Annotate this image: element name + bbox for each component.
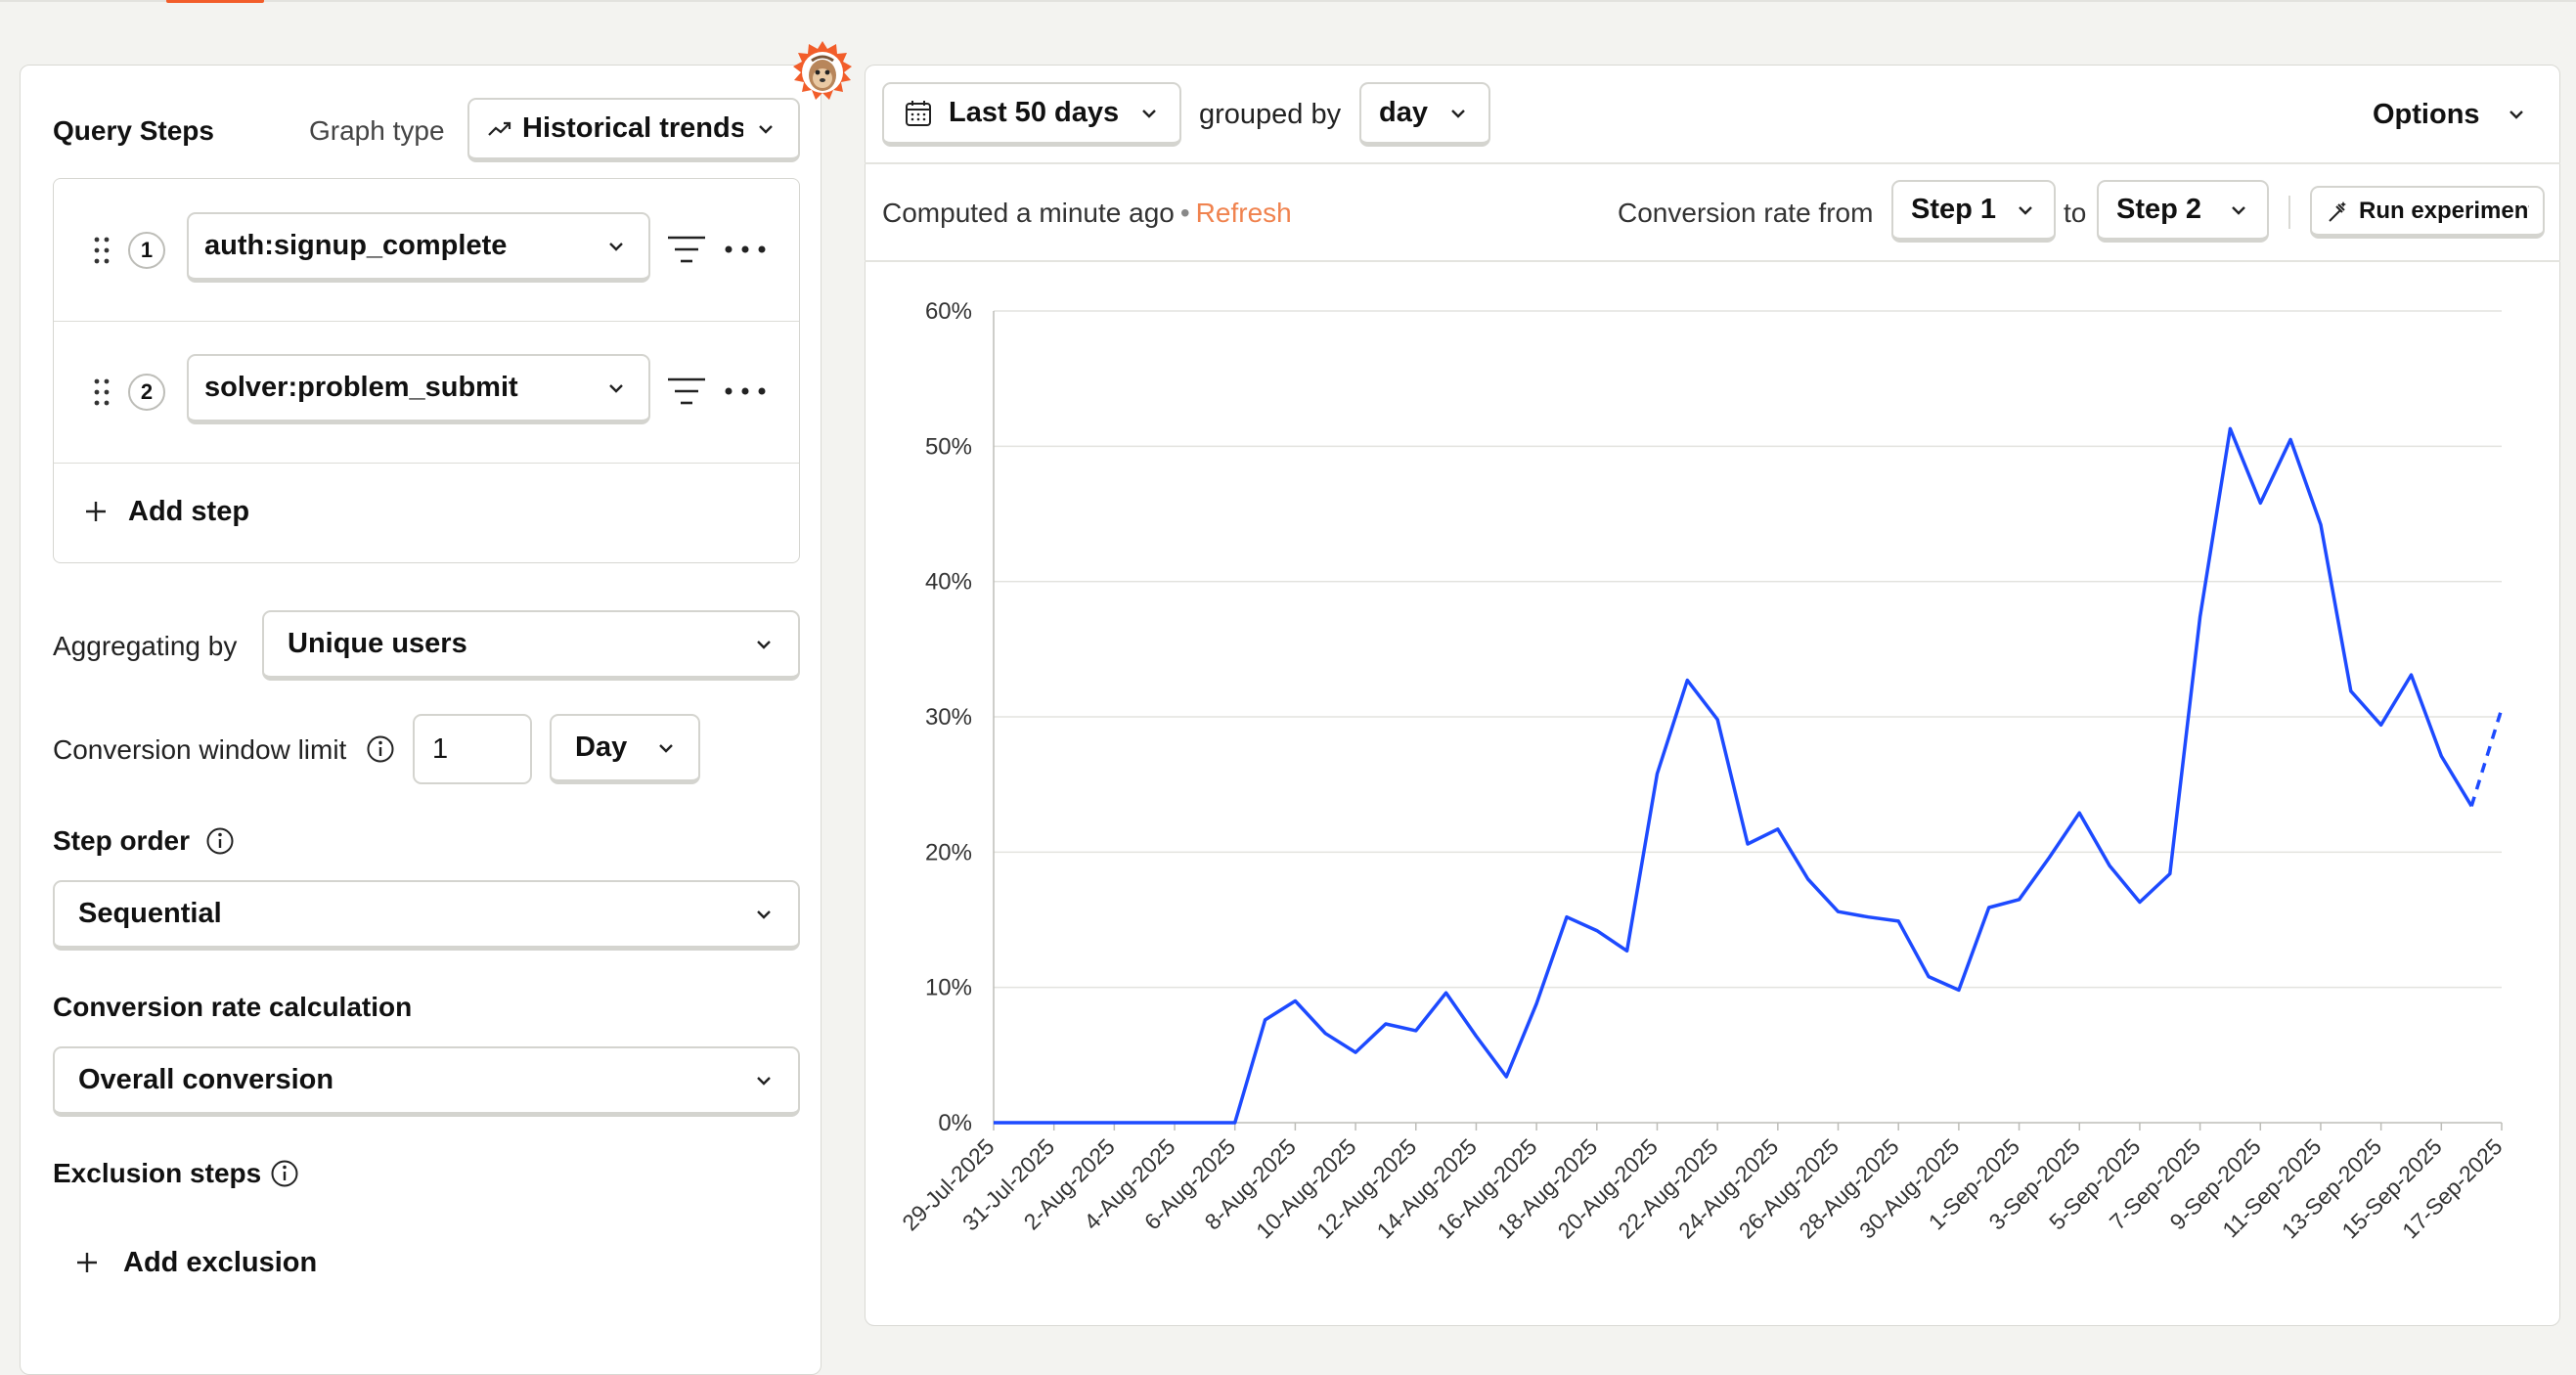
status-separator: • [1179, 198, 1190, 228]
conversion-calc-value: Overall conversion [78, 1064, 334, 1095]
toolbar-divider [865, 162, 2560, 164]
chevron-down-icon [609, 383, 623, 393]
chevron-down-icon [757, 909, 771, 919]
interval-value: day [1379, 97, 1428, 128]
add-exclusion-button[interactable]: Add exclusion [74, 1238, 407, 1287]
steps-list: 1 auth:signup_complete 2 solver:problem_… [53, 178, 800, 563]
step-row: 1 auth:signup_complete [54, 179, 799, 322]
y-tick-label: 0% [938, 1110, 972, 1136]
chevron-down-icon [757, 640, 771, 649]
conversion-from-label: Conversion rate from [1618, 198, 1874, 228]
step-event-select[interactable]: solver:problem_submit [187, 354, 650, 424]
conversion-calc-label: Conversion rate calculation [53, 992, 413, 1022]
step-event-name: solver:problem_submit [204, 372, 518, 403]
add-step-label: Add step [128, 495, 250, 527]
trend-icon [488, 121, 511, 136]
computed-status: Computed a minute ago • Refresh [882, 198, 1292, 229]
refresh-link[interactable]: Refresh [1196, 198, 1292, 228]
aggregating-select[interactable]: Unique users [262, 610, 800, 681]
graph-type-value: Historical trends [522, 112, 743, 144]
date-range-value: Last 50 days [949, 97, 1120, 128]
step-row: 2 solver:problem_submit [54, 321, 799, 464]
chevron-down-icon [1142, 109, 1156, 118]
more-options-icon[interactable] [723, 381, 768, 401]
step-event-select[interactable]: auth:signup_complete [187, 212, 650, 283]
run-experiment-button[interactable]: Run experiment [2310, 186, 2545, 239]
to-step-select[interactable]: Step 2 [2097, 180, 2269, 243]
filter-icon[interactable] [666, 374, 707, 409]
series-line [994, 426, 2473, 1125]
chevron-down-icon [759, 124, 773, 134]
info-icon[interactable] [366, 734, 395, 764]
plus-icon [86, 502, 106, 521]
conversion-window-label: Conversion window limit [53, 734, 347, 765]
info-icon[interactable] [205, 826, 235, 856]
y-tick-label: 60% [925, 298, 972, 325]
step-order-select[interactable]: Sequential [53, 880, 800, 951]
graph-type-label: Graph type [309, 115, 445, 146]
calendar-icon [906, 100, 931, 126]
aggregating-value: Unique users [288, 628, 467, 659]
chevron-down-icon [659, 743, 673, 753]
chevron-down-icon [2019, 205, 2032, 215]
from-step-select[interactable]: Step 1 [1891, 180, 2056, 243]
series-line-partial [2469, 708, 2504, 807]
info-icon[interactable] [270, 1159, 299, 1188]
exclusion-steps-label: Exclusion steps [53, 1158, 262, 1188]
graph-type-select[interactable]: Historical trends [467, 98, 800, 162]
step-number-badge: 2 [128, 374, 165, 411]
step-number-badge: 1 [128, 232, 165, 269]
to-step-value: Step 2 [2116, 194, 2202, 225]
hedgehog-mascot-icon[interactable] [790, 39, 855, 104]
query-steps-title: Query Steps [53, 115, 214, 146]
interval-select[interactable]: day [1359, 82, 1490, 147]
conversion-calc-select[interactable]: Overall conversion [53, 1046, 800, 1117]
chevron-down-icon [2509, 111, 2523, 119]
conversion-trend-chart: 0%10%20%30%40%50%60%29-Jul-202531-Jul-20… [897, 298, 2507, 1244]
to-label: to [2064, 198, 2087, 228]
y-tick-label: 10% [925, 975, 972, 1001]
conversion-window-input[interactable]: 1 [413, 714, 532, 784]
flask-icon [2329, 200, 2346, 222]
computed-label: Computed a minute ago [882, 198, 1175, 228]
options-label: Options [2373, 98, 2480, 130]
chevron-down-icon [1451, 109, 1465, 118]
drag-handle-icon[interactable] [93, 377, 111, 407]
grouped-by-label: grouped by [1199, 99, 1342, 130]
aggregating-label: Aggregating by [53, 631, 238, 661]
run-experiment-label: Run experiment [2359, 197, 2529, 224]
from-step-value: Step 1 [1911, 194, 1997, 225]
plus-icon [77, 1253, 97, 1272]
step-order-value: Sequential [78, 898, 222, 929]
conversion-window-unit-select[interactable]: Day [550, 714, 700, 784]
conversion-window-unit: Day [575, 732, 628, 763]
chevron-down-icon [757, 1076, 771, 1086]
chevron-down-icon [609, 242, 623, 251]
add-step-button[interactable]: Add step [83, 463, 474, 560]
step-order-label: Step order [53, 825, 191, 856]
add-exclusion-label: Add exclusion [123, 1246, 318, 1278]
y-tick-label: 50% [925, 433, 972, 460]
top-border [0, 0, 2576, 2]
drag-handle-icon[interactable] [93, 236, 111, 265]
more-options-icon[interactable] [723, 240, 768, 259]
y-tick-label: 40% [925, 569, 972, 596]
active-tab-indicator [166, 0, 264, 3]
toolbar-separator [2288, 196, 2290, 229]
filter-icon[interactable] [666, 232, 707, 267]
y-tick-label: 30% [925, 704, 972, 731]
y-tick-label: 20% [925, 839, 972, 865]
chevron-down-icon [2232, 205, 2245, 215]
step-event-name: auth:signup_complete [204, 230, 508, 261]
date-range-select[interactable]: Last 50 days [882, 82, 1181, 147]
options-button[interactable]: Options [2361, 90, 2537, 139]
